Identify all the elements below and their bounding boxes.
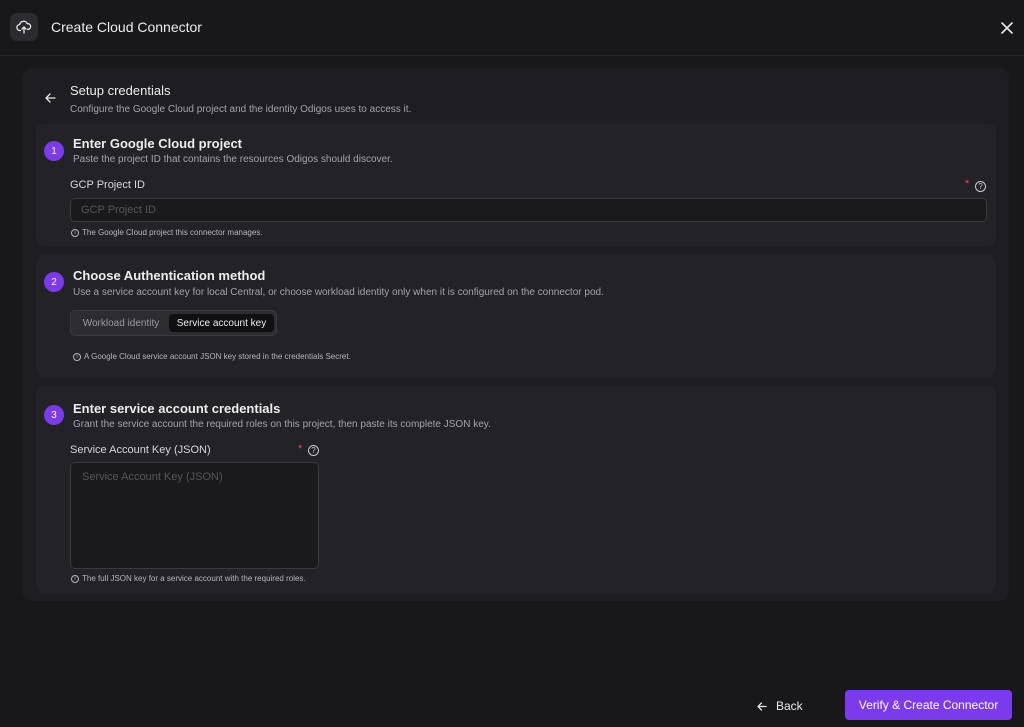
auth-hint: i A Google Cloud service account JSON ke… [73, 352, 351, 361]
required-mark: * [965, 178, 970, 190]
close-button[interactable] [997, 18, 1017, 38]
back-button-label: Back [776, 699, 803, 713]
service-account-key-option[interactable]: Service account key [169, 314, 274, 332]
close-icon [1001, 22, 1013, 34]
step-number-badge: 2 [44, 272, 64, 292]
setup-credentials-panel: Setup credentials Configure the Google C… [22, 68, 1009, 601]
project-hint-text: The Google Cloud project this connector … [82, 228, 263, 237]
help-icon[interactable]: ? [975, 181, 986, 192]
auth-method-toggle: Workload identity Service account key [70, 310, 277, 336]
info-icon: i [71, 574, 79, 583]
gcp-project-id-input[interactable] [70, 198, 987, 222]
service-account-key-label: Service Account Key (JSON) [70, 444, 211, 456]
modal-title: Create Cloud Connector [51, 19, 202, 35]
arrow-left-icon [44, 93, 56, 103]
step-title: Enter Google Cloud project [73, 136, 243, 151]
step-description: Use a service account key for local Cent… [73, 287, 604, 298]
step-number-badge: 3 [44, 405, 64, 425]
step-title: Choose Authentication method [73, 268, 266, 283]
step-description: Paste the project ID that contains the r… [73, 154, 393, 165]
step-authentication: 2 Choose Authentication method Use a ser… [36, 255, 996, 377]
setup-description: Configure the Google Cloud project and t… [70, 104, 412, 115]
modal-header: Create Cloud Connector [0, 0, 1024, 56]
service-account-hint-text: The full JSON key for a service account … [82, 574, 306, 583]
service-account-key-textarea[interactable] [70, 462, 319, 569]
info-icon: i [73, 352, 81, 361]
arrow-left-icon [757, 701, 767, 711]
gcp-project-id-label: GCP Project ID [70, 179, 145, 191]
project-hint: i The Google Cloud project this connecto… [71, 228, 263, 237]
cloud-upload-icon [10, 13, 38, 41]
back-button[interactable]: Back [757, 697, 803, 715]
service-account-hint: i The full JSON key for a service accoun… [71, 574, 306, 583]
info-icon: i [71, 228, 79, 237]
back-arrow-button[interactable] [42, 90, 58, 106]
step-description: Grant the service account the required r… [73, 419, 491, 430]
verify-create-connector-button[interactable]: Verify & Create Connector [845, 690, 1012, 720]
auth-hint-text: A Google Cloud service account JSON key … [84, 352, 351, 361]
setup-title: Setup credentials [70, 83, 171, 98]
step-service-account: 3 Enter service account credentials Gran… [36, 387, 996, 593]
step-number-badge: 1 [44, 141, 64, 161]
step-title: Enter service account credentials [73, 401, 281, 416]
required-mark: * [298, 443, 303, 455]
help-icon[interactable]: ? [308, 445, 319, 456]
step-project: 1 Enter Google Cloud project Paste the p… [36, 124, 996, 246]
workload-identity-option[interactable]: Workload identity [74, 314, 168, 332]
